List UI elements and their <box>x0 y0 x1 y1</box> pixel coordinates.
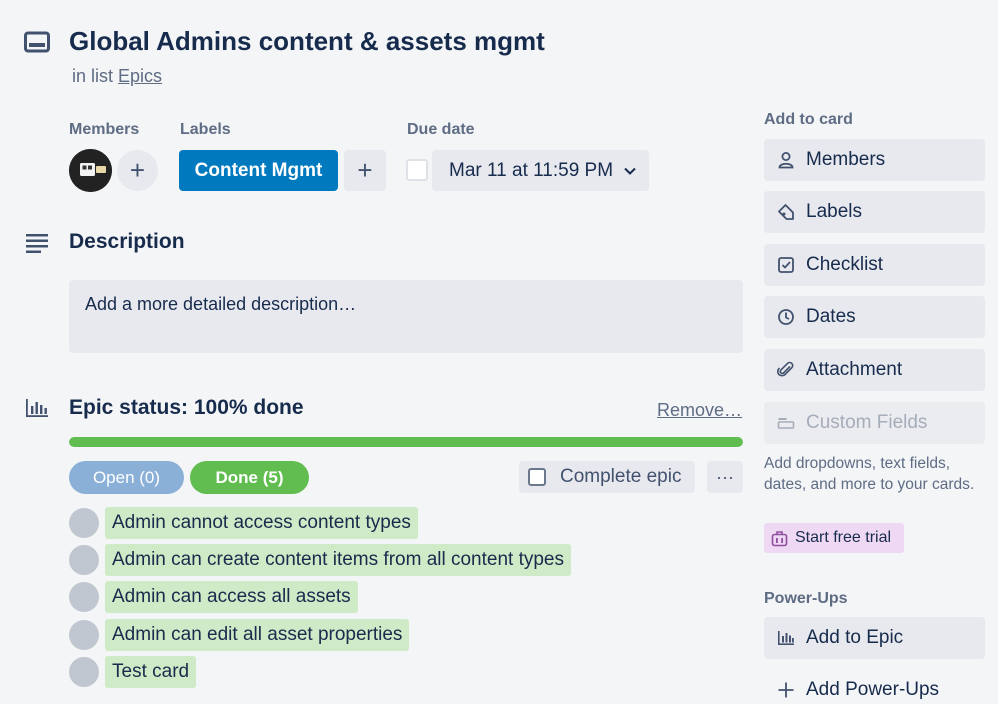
due-date-value: Mar 11 at 11:59 PM <box>449 159 614 181</box>
custom-fields-icon <box>777 418 795 429</box>
briefcase-icon <box>771 530 788 546</box>
add-label-button[interactable]: + <box>344 150 386 191</box>
complete-epic-checkbox[interactable] <box>528 468 546 486</box>
add-to-epic-label: Add to Epic <box>806 627 904 648</box>
checkbox-icon <box>778 257 794 273</box>
epic-card-chip[interactable]: Admin can edit all asset properties <box>105 619 410 651</box>
add-member-button[interactable]: + <box>117 150 158 191</box>
sidebar-checklist-label: Checklist <box>806 254 884 275</box>
add-power-ups-button[interactable]: Add Power-Ups <box>764 669 985 704</box>
sidebar-dates-button[interactable]: Dates <box>764 296 985 338</box>
bar-chart-icon <box>778 631 794 645</box>
labels-label: Labels <box>180 121 231 138</box>
sidebar-dates-label: Dates <box>806 306 856 327</box>
epic-card-chip[interactable]: Test card <box>105 656 197 688</box>
label-chip-content-mgmt[interactable]: Content Mgmt <box>179 150 338 191</box>
sidebar-custom-fields-button[interactable]: Custom Fields <box>764 402 985 444</box>
bar-chart-icon <box>26 399 48 417</box>
sidebar-members-label: Members <box>806 149 886 170</box>
card-title[interactable]: Global Admins content & assets mgmt <box>69 26 545 57</box>
tab-done[interactable]: Done (5) <box>190 461 309 494</box>
avatar-image-icon <box>69 149 112 192</box>
list-link[interactable]: Epics <box>118 66 162 86</box>
epic-card-chip[interactable]: Admin can create content items from all … <box>105 544 571 576</box>
epic-card-chip[interactable]: Admin can access all assets <box>105 581 358 613</box>
add-to-card-heading: Add to card <box>764 111 853 128</box>
in-list-text: in list Epics <box>72 66 162 87</box>
sidebar-members-button[interactable]: Members <box>764 139 985 181</box>
sidebar-labels-button[interactable]: Labels <box>764 191 985 233</box>
description-heading: Description <box>69 230 185 253</box>
sidebar-custom-fields-label: Custom Fields <box>806 412 928 433</box>
start-free-trial-button[interactable]: Start free trial <box>764 523 904 553</box>
plus-icon <box>778 682 794 698</box>
paperclip-icon <box>777 361 794 377</box>
chevron-down-icon <box>624 167 636 175</box>
sidebar-checklist-button[interactable]: Checklist <box>764 244 985 286</box>
remove-epic-link[interactable]: Remove… <box>657 400 742 421</box>
description-icon <box>26 234 48 253</box>
start-free-trial-label: Start free trial <box>795 529 892 546</box>
tag-icon <box>778 204 794 220</box>
epic-card-chip[interactable]: Admin cannot access content types <box>105 507 418 539</box>
sidebar-attachment-label: Attachment <box>806 359 903 380</box>
avatar-placeholder-icon <box>69 620 99 650</box>
members-label: Members <box>69 121 140 138</box>
complete-epic-button[interactable]: Complete epic <box>519 461 695 493</box>
add-to-epic-button[interactable]: Add to Epic <box>764 617 985 659</box>
avatar-placeholder-icon <box>69 508 99 538</box>
list-item[interactable]: Admin cannot access content types <box>69 507 418 539</box>
due-date-button[interactable]: Mar 11 at 11:59 PM <box>432 150 649 191</box>
avatar-placeholder-icon <box>69 582 99 612</box>
list-item[interactable]: Test card <box>69 656 197 688</box>
member-avatar[interactable] <box>69 149 112 192</box>
due-date-label: Due date <box>407 121 475 138</box>
list-item[interactable]: Admin can edit all asset properties <box>69 619 410 651</box>
avatar-placeholder-icon <box>69 657 99 687</box>
add-power-ups-label: Add Power-Ups <box>806 679 940 700</box>
tab-open[interactable]: Open (0) <box>69 461 184 494</box>
due-date-checkbox[interactable] <box>406 159 428 181</box>
person-icon <box>778 152 794 169</box>
list-item[interactable]: Admin can create content items from all … <box>69 544 571 576</box>
clock-icon <box>778 309 794 325</box>
power-ups-heading: Power-Ups <box>764 590 848 607</box>
epic-progress-bar <box>69 437 743 447</box>
description-input[interactable]: Add a more detailed description… <box>69 280 743 353</box>
sidebar-attachment-button[interactable]: Attachment <box>764 349 985 391</box>
more-options-button[interactable]: ··· <box>707 461 743 493</box>
avatar-placeholder-icon <box>69 545 99 575</box>
complete-epic-label: Complete epic <box>560 466 682 487</box>
epic-progress-fill <box>69 437 743 447</box>
epic-status-heading: Epic status: 100% done <box>69 396 304 419</box>
card-icon <box>24 31 50 53</box>
in-list-prefix: in list <box>72 66 114 86</box>
sidebar-labels-label: Labels <box>806 201 862 222</box>
custom-fields-note: Add dropdowns, text fields, dates, and m… <box>764 455 975 493</box>
list-item[interactable]: Admin can access all assets <box>69 581 358 613</box>
